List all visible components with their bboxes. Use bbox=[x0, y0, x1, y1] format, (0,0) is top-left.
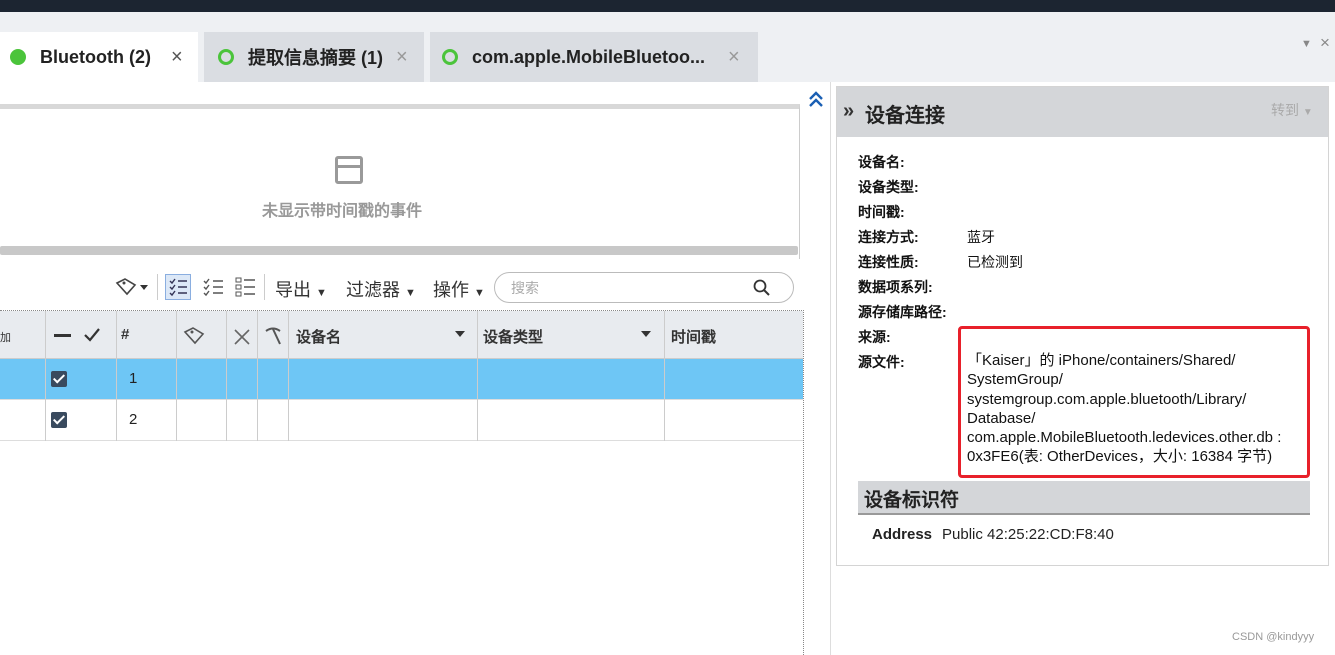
goto-menu[interactable]: 转到 ▼ bbox=[1271, 100, 1313, 120]
timeline-panel: 未显示带时间戳的事件 bbox=[0, 104, 800, 259]
close-icon[interactable]: × bbox=[396, 46, 408, 69]
tab-label: Bluetooth (2) bbox=[40, 46, 151, 67]
column-divider bbox=[289, 311, 478, 441]
double-chevron-right-icon[interactable]: » bbox=[843, 100, 854, 123]
filter-menu[interactable]: 过滤器 ▼ bbox=[346, 276, 416, 302]
watermark: CSDN @kindyyy bbox=[1232, 631, 1315, 643]
search-icon[interactable] bbox=[753, 279, 771, 297]
collapse-up-icon[interactable] bbox=[808, 90, 824, 110]
window-icon bbox=[335, 156, 363, 184]
search-box[interactable] bbox=[494, 272, 794, 303]
divider bbox=[264, 274, 265, 300]
panel-splitter[interactable] bbox=[830, 82, 831, 655]
checked-list-icon bbox=[169, 278, 187, 297]
detail-header: » 设备连接 转到 ▼ bbox=[837, 87, 1328, 137]
status-ring-icon bbox=[442, 49, 458, 65]
divider bbox=[157, 274, 158, 300]
timeline-empty-message: 未显示带时间戳的事件 bbox=[262, 203, 423, 220]
list-icon bbox=[235, 277, 255, 297]
column-divider bbox=[0, 311, 46, 441]
export-menu[interactable]: 导出 ▼ bbox=[275, 276, 327, 302]
export-label: 导出 bbox=[275, 280, 311, 300]
actions-label: 操作 bbox=[433, 280, 469, 300]
prop-key: 数据项系列: bbox=[858, 279, 933, 295]
address-key: Address bbox=[872, 526, 933, 543]
window-top-bar bbox=[0, 0, 1335, 12]
chevron-down-icon: ▼ bbox=[405, 287, 416, 299]
prop-key: 时间戳: bbox=[858, 204, 905, 220]
actions-menu[interactable]: 操作 ▼ bbox=[433, 276, 485, 302]
close-icon[interactable]: × bbox=[171, 46, 183, 69]
partial-list-icon bbox=[203, 278, 223, 297]
chevron-down-icon: ▼ bbox=[474, 287, 485, 299]
column-divider bbox=[46, 311, 117, 441]
grid-toolbar: 导出 ▼ 过滤器 ▼ 操作 ▼ bbox=[0, 268, 800, 308]
tab-label: 提取信息摘要 (1) bbox=[248, 48, 383, 68]
header-timestamp[interactable]: 时间戳 bbox=[671, 326, 716, 347]
column-divider bbox=[177, 311, 227, 441]
column-divider bbox=[117, 311, 177, 441]
close-all-icon[interactable]: × bbox=[1320, 33, 1330, 53]
prop-key: 设备类型: bbox=[858, 179, 919, 195]
prop-key: 设备名: bbox=[858, 154, 905, 170]
prop-key: 连接性质: bbox=[858, 254, 919, 270]
horizontal-scrollbar[interactable] bbox=[0, 246, 798, 255]
prop-key: 源存储库路径: bbox=[858, 304, 947, 320]
prop-value: 蓝牙 bbox=[967, 229, 995, 245]
list-view-button[interactable] bbox=[234, 275, 258, 304]
tab-menu-icon[interactable]: ▼ bbox=[1301, 38, 1312, 50]
chevron-down-icon: ▼ bbox=[316, 287, 327, 299]
address-value: Public 42:25:22:CD:F8:40 bbox=[942, 526, 1114, 543]
detail-panel: » 设备连接 转到 ▼ 设备名: 设备类型: 时间戳: 连接方式: 蓝牙 连接性质… bbox=[836, 86, 1329, 566]
checked-list-button[interactable] bbox=[165, 274, 191, 300]
data-grid: 加 # 设备名 设备类型 时间戳 1 2 bbox=[0, 310, 804, 655]
prop-key: 源文件: bbox=[858, 354, 905, 370]
tag-icon bbox=[115, 278, 148, 296]
prop-value: 已检测到 bbox=[967, 254, 1023, 270]
tab-strip: Bluetooth (2) × 提取信息摘要 (1) × com.apple.M… bbox=[0, 12, 1335, 82]
highlight-box bbox=[958, 326, 1310, 478]
column-divider bbox=[258, 311, 289, 441]
column-divider bbox=[478, 311, 665, 441]
detail-title: 设备连接 bbox=[865, 105, 945, 127]
identifier-section-header: 设备标识符 bbox=[858, 481, 1310, 515]
chevron-down-icon: ▼ bbox=[1302, 107, 1313, 118]
filter-label: 过滤器 bbox=[346, 280, 400, 300]
status-filled-icon bbox=[10, 49, 26, 65]
identifier-section-title: 设备标识符 bbox=[864, 490, 960, 511]
close-icon[interactable]: × bbox=[728, 46, 740, 69]
tab-label: com.apple.MobileBluetoo... bbox=[472, 46, 706, 67]
prop-key: 连接方式: bbox=[858, 229, 919, 245]
tab-mobilebluetooth[interactable]: com.apple.MobileBluetoo... × bbox=[430, 32, 758, 82]
tab-bluetooth[interactable]: Bluetooth (2) × bbox=[0, 32, 198, 82]
tag-menu-button[interactable] bbox=[115, 277, 149, 302]
goto-label: 转到 bbox=[1271, 102, 1299, 118]
address-row: Address Public 42:25:22:CD:F8:40 bbox=[872, 526, 1114, 543]
prop-key: 来源: bbox=[858, 329, 891, 345]
search-input[interactable] bbox=[511, 278, 741, 298]
unchecked-list-button[interactable] bbox=[202, 275, 226, 304]
column-divider bbox=[227, 311, 258, 441]
tab-summary[interactable]: 提取信息摘要 (1) × bbox=[204, 32, 424, 82]
status-ring-icon bbox=[218, 49, 234, 65]
